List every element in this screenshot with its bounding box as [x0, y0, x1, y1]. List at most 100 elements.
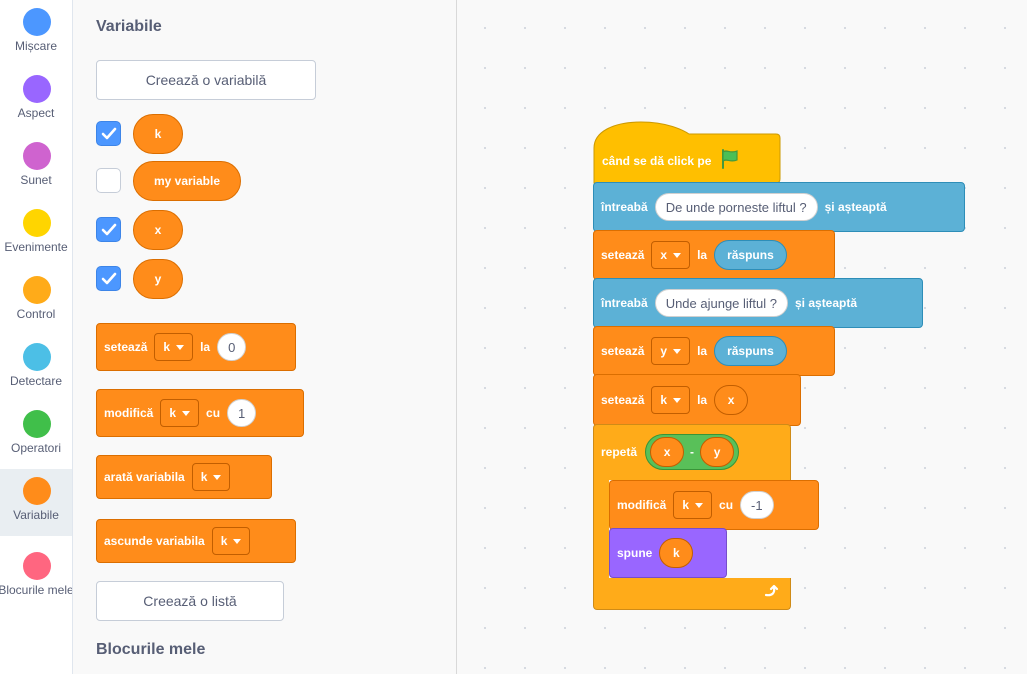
- make-variable-button[interactable]: Creează o variabilă: [96, 60, 316, 100]
- ask-and-wait-block-1[interactable]: întreabă De unde porneste liftul ? și aș…: [593, 182, 965, 232]
- dropdown-arrow-icon: [673, 397, 682, 403]
- repeat-label: repetă: [601, 445, 638, 459]
- category-5[interactable]: Control: [0, 268, 72, 335]
- variable-my-variable-reporter[interactable]: my variable: [133, 161, 241, 201]
- green-flag-icon: [719, 148, 741, 173]
- answer-reporter[interactable]: răspuns: [714, 240, 787, 270]
- category-9[interactable]: Blocurile mele: [0, 544, 72, 611]
- set-x-variable-dropdown[interactable]: x: [651, 241, 691, 269]
- variable-k-checkbox[interactable]: [96, 121, 121, 146]
- set-label: setează: [104, 340, 148, 354]
- code-workspace[interactable]: când se dă click pe întreabă De unde por…: [457, 0, 1027, 674]
- set-to-label: la: [697, 248, 708, 262]
- x-variable-reporter[interactable]: x: [714, 385, 749, 415]
- set-k-block[interactable]: setează k la x: [593, 374, 801, 426]
- minus-sign: -: [690, 445, 695, 459]
- dropdown-arrow-icon: [673, 252, 682, 258]
- dropdown-arrow-icon: [182, 410, 191, 416]
- variable-k-reporter[interactable]: k: [133, 114, 183, 154]
- answer-reporter[interactable]: răspuns: [714, 336, 787, 366]
- set-k-variable-dropdown[interactable]: k: [651, 386, 691, 414]
- when-flag-clicked-block[interactable]: când se dă click pe: [593, 118, 781, 184]
- say-label: spune: [617, 546, 653, 560]
- subtract-operator-reporter[interactable]: x - y: [645, 434, 740, 470]
- category-8[interactable]: Variabile: [0, 469, 72, 536]
- show-variable-dropdown[interactable]: k: [191, 463, 231, 491]
- k-variable-reporter[interactable]: k: [659, 538, 694, 568]
- set-value-input[interactable]: 0: [217, 333, 247, 361]
- set-to-label: la: [697, 344, 708, 358]
- category-label: Aspect: [17, 106, 55, 120]
- variable-my-variable-checkbox[interactable]: [96, 168, 121, 193]
- events-category-icon: [23, 209, 51, 237]
- set-variable-dropdown[interactable]: k: [154, 333, 194, 361]
- variables-category-icon: [23, 477, 51, 505]
- palette-set-variable-block[interactable]: setează k la 0: [96, 323, 296, 371]
- operators-category-icon: [23, 410, 51, 438]
- set-to-label: la: [697, 393, 708, 407]
- category-label: Sunet: [20, 173, 52, 187]
- variable-y-reporter[interactable]: y: [133, 259, 183, 299]
- change-k-block[interactable]: modifică k cu -1: [609, 480, 819, 530]
- category-label: Variabile: [13, 508, 59, 522]
- hat-label: când se dă click pe: [602, 153, 712, 168]
- category-6[interactable]: Detectare: [0, 335, 72, 402]
- motion-category-icon: [23, 8, 51, 36]
- palette-heading-my-blocks: Blocurile mele: [96, 641, 206, 658]
- set-label: setează: [601, 248, 645, 262]
- change-value-input[interactable]: 1: [227, 399, 257, 427]
- category-4[interactable]: Evenimente: [0, 201, 72, 268]
- change-by-label: cu: [719, 498, 734, 512]
- hide-variable-label: ascunde variabila: [104, 534, 205, 548]
- category-label: Operatori: [10, 441, 62, 455]
- my-blocks-category-icon: [23, 552, 51, 580]
- dropdown-arrow-icon: [233, 538, 242, 544]
- ask-question-input-1[interactable]: De unde porneste liftul ?: [654, 193, 818, 221]
- ask-label: întreabă: [601, 200, 648, 214]
- category-3[interactable]: Sunet: [0, 134, 72, 201]
- change-label: modifică: [104, 406, 154, 420]
- change-k-variable-dropdown[interactable]: k: [673, 491, 713, 519]
- sensing-category-icon: [23, 343, 51, 371]
- ask-label: întreabă: [601, 296, 648, 310]
- category-label: Mișcare: [14, 39, 57, 53]
- block-palette: Variabile Creează o variabilă k my varia…: [73, 0, 457, 674]
- dropdown-arrow-icon: [176, 344, 185, 350]
- change-by-label: cu: [206, 406, 221, 420]
- set-y-block[interactable]: setează y la răspuns: [593, 326, 835, 376]
- say-block[interactable]: spune k: [609, 528, 727, 578]
- set-x-block[interactable]: setează x la răspuns: [593, 230, 835, 280]
- ask-question-input-2[interactable]: Unde ajunge liftul ?: [654, 289, 788, 317]
- sound-category-icon: [23, 142, 51, 170]
- dropdown-arrow-icon: [695, 502, 704, 508]
- change-value-input[interactable]: -1: [740, 491, 774, 519]
- category-1[interactable]: Mișcare: [0, 0, 72, 67]
- ask-wait-label: și așteaptă: [795, 296, 858, 310]
- palette-hide-variable-block[interactable]: ascunde variabila k: [96, 519, 296, 563]
- set-y-variable-dropdown[interactable]: y: [651, 337, 691, 365]
- ask-and-wait-block-2[interactable]: întreabă Unde ajunge liftul ? și așteapt…: [593, 278, 923, 328]
- palette-change-variable-block[interactable]: modifică k cu 1: [96, 389, 304, 437]
- variable-x-checkbox[interactable]: [96, 217, 121, 242]
- category-label: Blocurile mele: [0, 583, 72, 597]
- variable-y-checkbox[interactable]: [96, 266, 121, 291]
- set-to-label: la: [200, 340, 211, 354]
- set-label: setează: [601, 344, 645, 358]
- x-variable-reporter[interactable]: x: [650, 437, 685, 467]
- show-variable-label: arată variabila: [104, 470, 185, 484]
- make-list-button[interactable]: Creează o listă: [96, 581, 284, 621]
- category-7[interactable]: Operatori: [0, 402, 72, 469]
- control-category-icon: [23, 276, 51, 304]
- y-variable-reporter[interactable]: y: [700, 437, 735, 467]
- variable-x-reporter[interactable]: x: [133, 210, 183, 250]
- repeat-side-arm: [593, 479, 609, 579]
- palette-show-variable-block[interactable]: arată variabila k: [96, 455, 272, 499]
- set-label: setează: [601, 393, 645, 407]
- palette-heading-variables: Variabile: [96, 18, 162, 35]
- change-variable-dropdown[interactable]: k: [160, 399, 200, 427]
- dropdown-arrow-icon: [673, 348, 682, 354]
- looks-category-icon: [23, 75, 51, 103]
- hide-variable-dropdown[interactable]: k: [211, 527, 251, 555]
- category-2[interactable]: Aspect: [0, 67, 72, 134]
- category-menu: Mișcare Aspect Sunet Evenimente Control Detec…: [0, 0, 73, 674]
